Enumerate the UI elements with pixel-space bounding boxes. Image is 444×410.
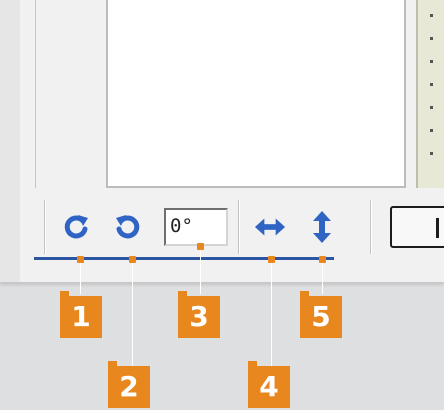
rotate-counterclockwise-icon — [116, 215, 140, 239]
flip-vertical-button[interactable] — [306, 210, 338, 244]
callout-dot-4 — [268, 256, 275, 263]
callout-dot-3 — [197, 243, 204, 250]
callout-dot-2 — [129, 256, 136, 263]
callout-line-3 — [200, 250, 201, 294]
ruler-dots — [430, 14, 433, 175]
dialog-left-strip — [0, 0, 20, 282]
panel-divider — [35, 0, 36, 188]
toolbar-separator — [370, 200, 372, 254]
image-preview-area — [106, 0, 406, 188]
rotate-clockwise-icon — [64, 215, 88, 239]
flip-horizontal-icon — [254, 218, 286, 236]
side-ruler-panel — [416, 0, 444, 188]
flip-vertical-icon — [313, 211, 331, 243]
callout-line-4 — [271, 258, 272, 366]
callout-badge-5: 5 — [300, 291, 342, 338]
callout-dot-1 — [77, 256, 84, 263]
callout-line-1 — [80, 258, 81, 294]
flip-horizontal-button[interactable] — [254, 210, 286, 244]
button-caption-glyph — [436, 218, 439, 238]
rotate-right-button[interactable] — [60, 210, 92, 244]
toolbar-separator — [238, 200, 240, 254]
dialog-action-button[interactable] — [390, 206, 444, 248]
toolbar-separator — [44, 200, 46, 254]
rotate-dialog: 0° — [0, 0, 444, 283]
callout-line-2 — [132, 258, 133, 366]
callout-line-5 — [322, 258, 323, 294]
callout-badge-3: 3 — [178, 291, 220, 338]
callout-badge-2: 2 — [108, 361, 150, 408]
callout-badge-4: 4 — [248, 361, 290, 408]
rotate-left-button[interactable] — [112, 210, 144, 244]
callout-dot-5 — [319, 256, 326, 263]
rotation-angle-input[interactable]: 0° — [164, 208, 228, 246]
callout-badge-1: 1 — [60, 291, 102, 338]
